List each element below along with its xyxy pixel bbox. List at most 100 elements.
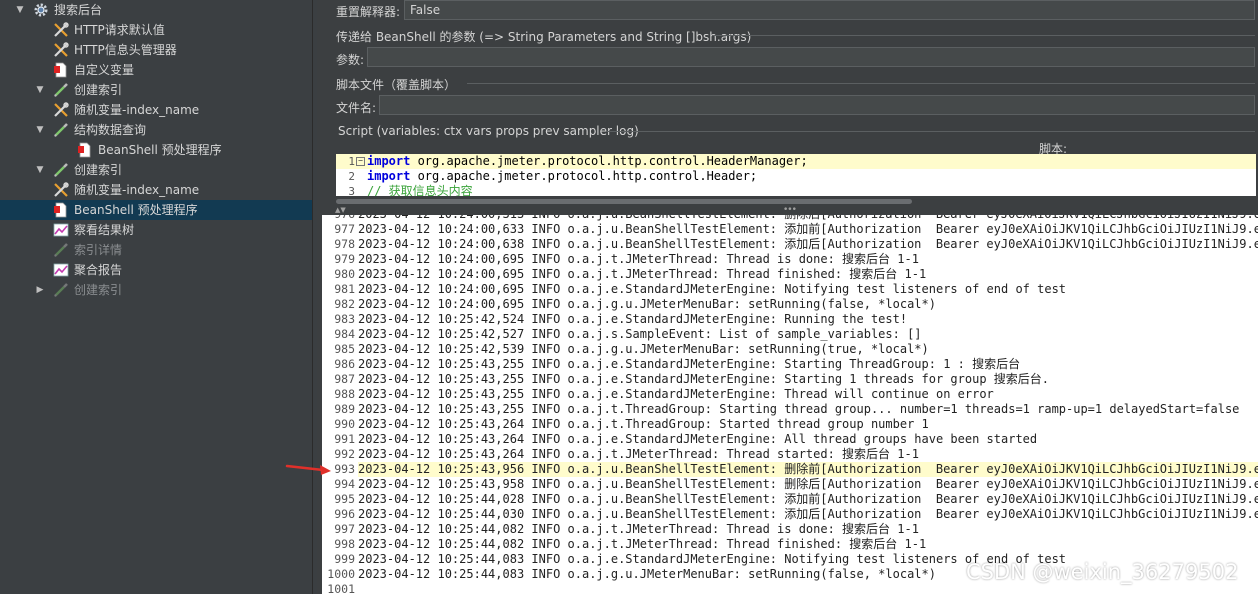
tree-item-label: 索引详情 bbox=[74, 243, 123, 257]
log-line-number: 998 bbox=[334, 537, 355, 551]
log-line-number: 995 bbox=[334, 492, 355, 506]
log-line[interactable]: 989 2023-04-12 10:25:43,255 INFO o.a.j.t.… bbox=[322, 402, 1258, 417]
script-file-section-title: 脚本文件（覆盖脚本） bbox=[336, 78, 457, 92]
tree-item[interactable]: 聚合报告 bbox=[0, 260, 312, 280]
log-line-text: 2023-04-12 10:25:43,264 INFO o.a.j.t.JMe… bbox=[358, 447, 919, 461]
script-editor[interactable]: 1− import org.apache.jmeter.protocol.http… bbox=[336, 154, 1256, 196]
log-line[interactable]: 980 2023-04-12 10:24:00,695 INFO o.a.j.t.… bbox=[322, 267, 1258, 282]
tree-item[interactable]: 自定义变量 bbox=[0, 60, 312, 80]
reset-interpreter-select[interactable]: False bbox=[404, 0, 1255, 20]
tree-item[interactable]: HTTP请求默认值 bbox=[0, 20, 312, 40]
log-line[interactable]: 988 2023-04-12 10:25:43,255 INFO o.a.j.e.… bbox=[322, 387, 1258, 402]
collapse-toggle-icon[interactable]: ▶ bbox=[35, 285, 45, 295]
editor-line[interactable]: 1− import org.apache.jmeter.protocol.http… bbox=[336, 154, 1256, 169]
pipette-icon bbox=[52, 121, 70, 139]
split-pane-divider[interactable]: ▲▼ ••• bbox=[317, 206, 1258, 215]
expand-toggle-icon[interactable]: ▼ bbox=[35, 165, 45, 175]
log-line[interactable]: 987 2023-04-12 10:25:43,255 INFO o.a.j.e.… bbox=[322, 372, 1258, 387]
tree-item[interactable]: HTTP信息头管理器 bbox=[0, 40, 312, 60]
expand-toggle-icon[interactable]: ▼ bbox=[35, 85, 45, 95]
tree-item[interactable]: ▼ 创建索引 bbox=[0, 80, 312, 100]
log-line[interactable]: 998 2023-04-12 10:25:44,082 INFO o.a.j.t.… bbox=[322, 537, 1258, 552]
reset-interpreter-label: 重置解释器: bbox=[336, 5, 401, 19]
log-line-text: 2023-04-12 10:25:43,958 INFO o.a.j.u.Bea… bbox=[358, 477, 1258, 491]
divider-grip-icon[interactable]: ••• bbox=[783, 206, 797, 215]
params-section-title: 传递给 BeanShell 的参数 (=> String Parameters … bbox=[336, 30, 752, 44]
expand-toggle-icon[interactable]: ▼ bbox=[15, 5, 25, 15]
document-icon bbox=[52, 201, 70, 219]
log-line-text: 2023-04-12 10:24:00,695 INFO o.a.j.g.u.J… bbox=[358, 297, 936, 311]
tree-item[interactable]: ▶ 创建索引 bbox=[0, 280, 312, 300]
log-line-text: 2023-04-12 10:25:44,030 INFO o.a.j.u.Bea… bbox=[358, 507, 1258, 521]
tree-item[interactable]: 索引详情 bbox=[0, 240, 312, 260]
log-line[interactable]: 997 2023-04-12 10:25:44,082 INFO o.a.j.t.… bbox=[322, 522, 1258, 537]
pipette-icon bbox=[52, 281, 70, 299]
log-line[interactable]: 983 2023-04-12 10:25:42,524 INFO o.a.j.e.… bbox=[322, 312, 1258, 327]
expand-toggle-icon[interactable]: ▼ bbox=[35, 125, 45, 135]
tree-item-label: HTTP信息头管理器 bbox=[74, 43, 177, 57]
tree-item[interactable]: ▼ 创建索引 bbox=[0, 160, 312, 180]
script-section-divider bbox=[607, 131, 1255, 132]
log-line[interactable]: 994 2023-04-12 10:25:43,958 INFO o.a.j.u.… bbox=[322, 477, 1258, 492]
log-line[interactable]: 9762023-04-12 10:24:00,313 INFO o.a.j.u.… bbox=[322, 215, 1258, 222]
log-line-text: 2023-04-12 10:25:44,083 INFO o.a.j.g.u.J… bbox=[358, 567, 936, 581]
log-line-number: 982 bbox=[334, 297, 355, 311]
code-token: org.apache.jmeter.protocol.http.control.… bbox=[410, 169, 758, 183]
log-line[interactable]: 991 2023-04-12 10:25:43,264 INFO o.a.j.e.… bbox=[322, 432, 1258, 447]
comment-token: // 获取信息头内容 bbox=[367, 184, 473, 196]
log-line[interactable]: 982 2023-04-12 10:24:00,695 INFO o.a.j.g.… bbox=[322, 297, 1258, 312]
log-line[interactable]: 981 2023-04-12 10:24:00,695 INFO o.a.j.e.… bbox=[322, 282, 1258, 297]
pipette-icon bbox=[52, 161, 70, 179]
tree-item[interactable]: 随机变量-index_name bbox=[0, 180, 312, 200]
csdn-watermark: CSDN @weixin_36279502 bbox=[966, 560, 1239, 584]
log-line-text: 2023-04-12 10:25:43,255 INFO o.a.j.e.Sta… bbox=[358, 372, 1049, 386]
tree-item[interactable]: BeanShell 预处理程序 bbox=[0, 200, 312, 220]
tree-item[interactable]: ▼ 搜索后台 bbox=[0, 0, 312, 20]
tree-item[interactable]: ▼ 结构数据查询 bbox=[0, 120, 312, 140]
log-line[interactable]: 979 2023-04-12 10:24:00,695 INFO o.a.j.t.… bbox=[322, 252, 1258, 267]
tree-item[interactable]: BeanShell 预处理程序 bbox=[0, 140, 312, 160]
editor-line[interactable]: 2 import org.apache.jmeter.protocol.http.… bbox=[336, 169, 1256, 184]
log-line[interactable]: 978 2023-04-12 10:24:00,638 INFO o.a.j.u.… bbox=[322, 237, 1258, 252]
log-line[interactable]: 977 2023-04-12 10:24:00,633 INFO o.a.j.u.… bbox=[322, 222, 1258, 237]
log-line-text: 2023-04-12 10:25:42,524 INFO o.a.j.e.Sta… bbox=[358, 312, 908, 326]
log-line[interactable]: 996 2023-04-12 10:25:44,030 INFO o.a.j.u.… bbox=[322, 507, 1258, 522]
tree-item[interactable]: 察看结果树 bbox=[0, 220, 312, 240]
editor-horizontal-scrollbar[interactable] bbox=[336, 198, 1256, 205]
log-line-number: 983 bbox=[334, 312, 355, 326]
log-line[interactable]: 984 2023-04-12 10:25:42,527 INFO o.a.j.s.… bbox=[322, 327, 1258, 342]
editor-code: // 获取信息头内容 bbox=[367, 184, 473, 196]
tree-item[interactable]: 随机变量-index_name bbox=[0, 100, 312, 120]
filename-input[interactable] bbox=[379, 95, 1255, 115]
tree-item-label: 创建索引 bbox=[74, 163, 123, 177]
log-line-text: 2023-04-12 10:25:44,083 INFO o.a.j.e.Sta… bbox=[358, 552, 1067, 566]
log-line-number: 979 bbox=[334, 252, 355, 266]
divider-collapse-arrows-icon[interactable]: ▲▼ bbox=[335, 207, 346, 214]
log-viewer[interactable]: 9762023-04-12 10:24:00,313 INFO o.a.j.u.… bbox=[322, 215, 1258, 594]
log-line-text: 2023-04-12 10:25:43,956 INFO o.a.j.u.Bea… bbox=[358, 462, 1258, 477]
log-line-number: 996 bbox=[334, 507, 355, 521]
log-line-text: 2023-04-12 10:25:43,255 INFO o.a.j.e.Sta… bbox=[358, 357, 1021, 371]
log-line-text: 2023-04-12 10:25:42,539 INFO o.a.j.g.u.J… bbox=[358, 342, 929, 356]
editor-line-number: 1 bbox=[348, 155, 355, 168]
params-input[interactable] bbox=[367, 47, 1255, 67]
log-line[interactable]: 995 2023-04-12 10:25:44,028 INFO o.a.j.u.… bbox=[322, 492, 1258, 507]
log-line-number: 981 bbox=[334, 282, 355, 296]
log-line-text: 2023-04-12 10:25:42,527 INFO o.a.j.s.Sam… bbox=[358, 327, 922, 341]
log-line-number: 997 bbox=[334, 522, 355, 536]
log-line[interactable]: 993 2023-04-12 10:25:43,956 INFO o.a.j.u.… bbox=[322, 462, 1258, 477]
tree-item-label: BeanShell 预处理程序 bbox=[98, 143, 222, 157]
tree-item-label: HTTP请求默认值 bbox=[74, 23, 165, 37]
editor-line[interactable]: 3 // 获取信息头内容 bbox=[336, 184, 1256, 196]
scrollbar-thumb[interactable] bbox=[336, 199, 912, 204]
log-line-number: 984 bbox=[334, 327, 355, 341]
log-line[interactable]: 992 2023-04-12 10:25:43,264 INFO o.a.j.t.… bbox=[322, 447, 1258, 462]
fold-toggle-icon[interactable]: − bbox=[356, 157, 365, 166]
log-line[interactable]: 986 2023-04-12 10:25:43,255 INFO o.a.j.e.… bbox=[322, 357, 1258, 372]
log-line[interactable]: 990 2023-04-12 10:25:43,264 INFO o.a.j.t.… bbox=[322, 417, 1258, 432]
log-line[interactable]: 985 2023-04-12 10:25:42,539 INFO o.a.j.g.… bbox=[322, 342, 1258, 357]
pipette-icon bbox=[52, 81, 70, 99]
log-line-number: 989 bbox=[334, 402, 355, 416]
log-line-number: 980 bbox=[334, 267, 355, 281]
log-line-number: 990 bbox=[334, 417, 355, 431]
